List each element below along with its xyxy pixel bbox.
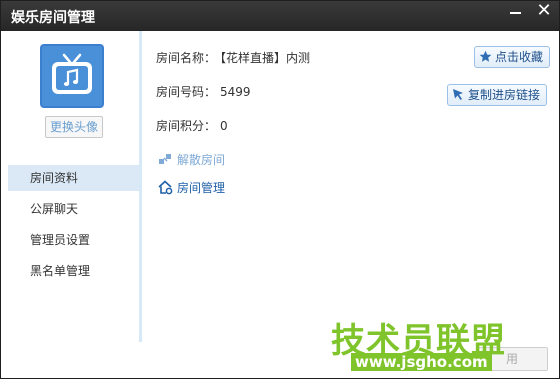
room-manage-label: 房间管理 [177, 181, 226, 195]
copy-room-link-button[interactable]: 复制进房链接 [447, 84, 548, 106]
room-points-label: 房间积分： [156, 119, 217, 133]
star-icon [479, 50, 492, 62]
title-bar[interactable]: 娱乐房间管理 ✕ [1, 1, 559, 31]
window-title: 娱乐房间管理 [11, 10, 95, 26]
dissolve-icon [159, 154, 171, 164]
dissolve-room-link[interactable]: 解散房间 [158, 151, 225, 168]
room-name-label: 房间名称： [156, 51, 217, 65]
room-name-value: 【花样直播】内测 [220, 51, 311, 65]
pointer-link-icon [453, 89, 463, 100]
minimize-button[interactable] [501, 1, 531, 23]
room-number-row: 房间号码： 5499 [156, 83, 251, 100]
house-gear-icon [158, 180, 173, 195]
change-avatar-button[interactable]: 更换头像 [45, 116, 103, 138]
sidebar-item-admin-settings[interactable]: 管理员设置 [8, 227, 139, 253]
room-manage-link[interactable]: 房间管理 [158, 179, 225, 196]
room-name-row: 房间名称： 【花样直播】内测 [156, 49, 310, 66]
sidebar-item-room-info[interactable]: 房间资料 [8, 165, 139, 191]
sidebar-item-public-chat[interactable]: 公屏聊天 [8, 196, 139, 222]
watermark: 技术员联盟 www.jsgho.com [331, 313, 521, 375]
copy-room-link-label: 复制进房链接 [468, 88, 541, 102]
room-number-label: 房间号码： [156, 85, 217, 99]
room-avatar[interactable] [40, 44, 104, 108]
room-number-value: 5499 [220, 85, 251, 99]
room-management-window: 娱乐房间管理 ✕ 更换头像 房间资料 公屏聊天 管理员设置 黑名单管理 房间名称… [0, 0, 560, 379]
close-button[interactable]: ✕ [529, 1, 559, 23]
sidebar-item-blacklist[interactable]: 黑名单管理 [8, 258, 139, 284]
favorite-button[interactable]: 点击收藏 [474, 46, 551, 68]
tv-music-icon [52, 53, 92, 94]
sidebar: 更换头像 房间资料 公屏聊天 管理员设置 黑名单管理 [8, 31, 142, 342]
room-points-value: 0 [220, 119, 228, 133]
dissolve-room-label: 解散房间 [177, 153, 226, 167]
room-points-row: 房间积分： 0 [156, 117, 228, 134]
favorite-label: 点击收藏 [495, 50, 544, 64]
minimize-icon [510, 12, 521, 14]
watermark-url: www.jsgho.com [351, 353, 492, 371]
sidebar-nav: 房间资料 公屏聊天 管理员设置 黑名单管理 [8, 165, 139, 289]
